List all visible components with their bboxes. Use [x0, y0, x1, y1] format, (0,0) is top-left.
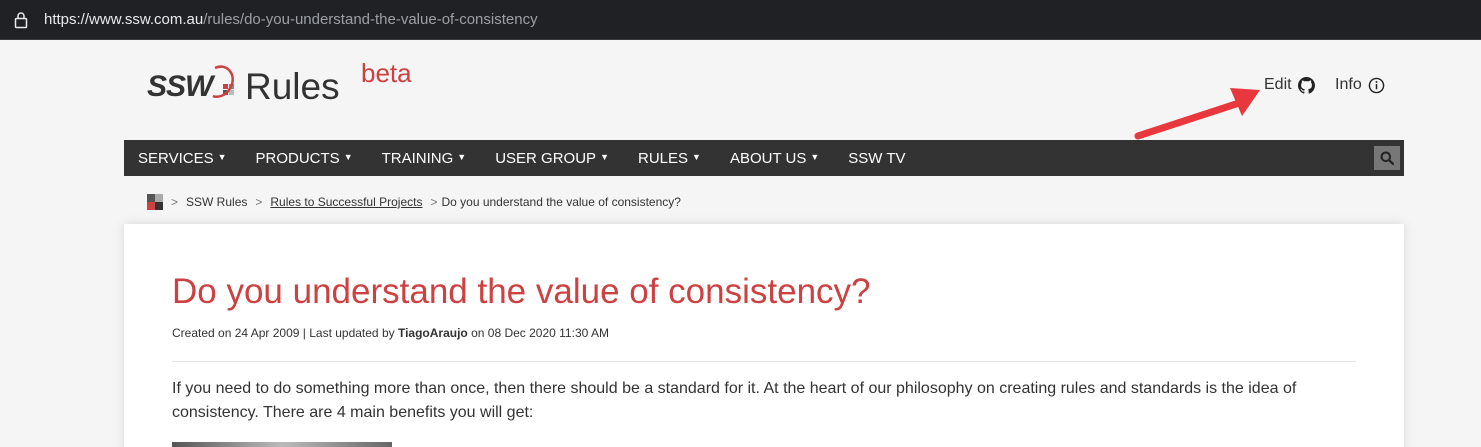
- nav-item-ssw-tv[interactable]: SSW TV: [848, 150, 905, 167]
- nav-item-services[interactable]: SERVICES ▼: [138, 150, 227, 167]
- breadcrumb-home[interactable]: SSW Rules: [186, 195, 247, 209]
- nav-item-training[interactable]: TRAINING ▼: [382, 150, 467, 167]
- search-icon: [1380, 151, 1394, 165]
- top-right-actions: Edit Info: [1264, 76, 1401, 94]
- breadcrumb-separator: >: [171, 195, 179, 209]
- divider: [172, 361, 1356, 362]
- nav-item-label: ABOUT US: [729, 149, 807, 167]
- nav-item-label: RULES: [637, 149, 689, 167]
- search-button[interactable]: [1374, 146, 1400, 170]
- chevron-down-icon: ▼: [217, 152, 227, 162]
- chevron-down-icon: ▼: [457, 152, 467, 162]
- nav-item-label: USER GROUP: [495, 149, 597, 167]
- logo-rules-text: Rules: [245, 66, 340, 107]
- article-card: Do you understand the value of consisten…: [124, 224, 1404, 447]
- nav-item-user-group[interactable]: USER GROUP ▼: [495, 150, 609, 167]
- annotation-arrow-icon: [1134, 88, 1260, 140]
- info-label: Info: [1335, 76, 1362, 93]
- chevron-down-icon: ▼: [600, 152, 609, 162]
- breadcrumb-current: Do you understand the value of consisten…: [441, 195, 681, 209]
- nav-item-rules[interactable]: RULES ▼: [638, 150, 701, 167]
- article-author[interactable]: TiagoAraujo: [398, 326, 468, 340]
- url-text[interactable]: https://www.ssw.com.au/rules/do-you-unde…: [44, 11, 538, 28]
- article-title: Do you understand the value of consisten…: [172, 272, 871, 311]
- info-link[interactable]: Info: [1335, 76, 1385, 94]
- edit-label: Edit: [1264, 76, 1292, 93]
- page: SSW Rules beta Edit Info SERVICES ▼ PROD…: [0, 40, 1481, 447]
- chevron-down-icon: ▼: [692, 152, 701, 162]
- article-image: [172, 442, 392, 447]
- home-icon[interactable]: [147, 194, 163, 210]
- nav-item-products[interactable]: PRODUCTS ▼: [256, 150, 353, 167]
- edit-link[interactable]: Edit: [1264, 76, 1315, 94]
- article-created-text: Created on 24 Apr 2009 | Last updated by: [172, 326, 398, 340]
- url-path: /rules/do-you-understand-the-value-of-co…: [203, 11, 538, 28]
- nav-item-label: TRAINING: [381, 149, 454, 167]
- chevron-down-icon: ▼: [343, 152, 353, 162]
- article-intro: If you need to do something more than on…: [172, 380, 1297, 421]
- nav-item-label: SERVICES: [138, 149, 214, 167]
- main-navigation: SERVICES ▼ PRODUCTS ▼ TRAINING ▼ USER GROUP…: [124, 140, 1404, 176]
- logo-swoosh-icon: [212, 65, 234, 98]
- breadcrumb-category-link[interactable]: Rules to Successful Projects: [270, 195, 422, 209]
- article-meta: Created on 24 Apr 2009 | Last updated by…: [172, 326, 609, 340]
- lock-icon: [14, 12, 28, 29]
- nav-item-label: PRODUCTS: [255, 149, 340, 167]
- logo-ssw-text: SSW: [147, 70, 213, 103]
- logo-beta-label: beta: [361, 58, 412, 88]
- article-updated-text: on 08 Dec 2020 11:30 AM: [467, 326, 609, 340]
- url-scheme: https://: [44, 11, 90, 28]
- nav-item-about-us[interactable]: ABOUT US ▼: [730, 150, 819, 167]
- browser-address-bar[interactable]: https://www.ssw.com.au/rules/do-you-unde…: [0, 0, 1481, 40]
- info-icon: [1368, 77, 1385, 93]
- breadcrumb: > SSW Rules > Rules to Successful Projec…: [147, 194, 681, 210]
- breadcrumb-separator: >: [255, 195, 263, 209]
- url-host: www.ssw.com.au: [89, 11, 204, 28]
- nav-item-label: SSW TV: [848, 149, 906, 167]
- chevron-down-icon: ▼: [810, 152, 820, 162]
- github-icon: [1297, 76, 1315, 94]
- breadcrumb-separator: >: [430, 195, 438, 209]
